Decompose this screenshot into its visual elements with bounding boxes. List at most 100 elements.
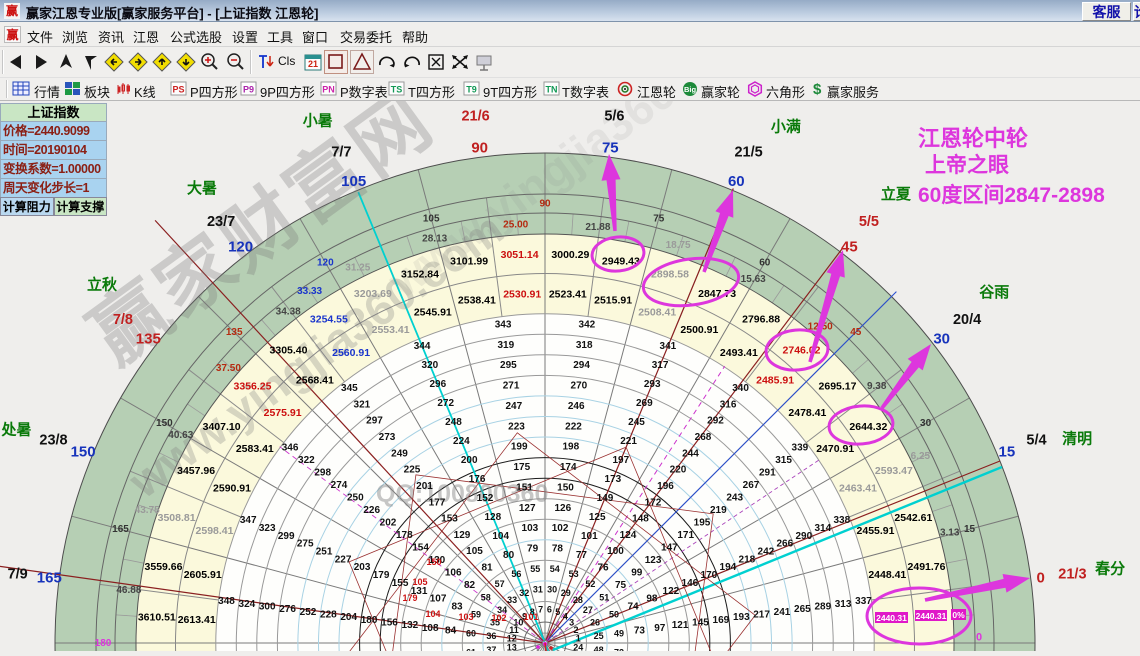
svg-text:2575.91: 2575.91 (264, 407, 302, 419)
svg-text:316: 316 (720, 399, 737, 410)
svg-text:谷雨: 谷雨 (979, 284, 1009, 301)
svg-text:15.63: 15.63 (741, 274, 766, 285)
svg-text:198: 198 (562, 442, 579, 453)
svg-text:2515.91: 2515.91 (594, 295, 632, 307)
svg-text:317: 317 (652, 360, 669, 371)
svg-text:241: 241 (774, 607, 791, 618)
svg-text:150: 150 (156, 418, 173, 429)
svg-text:194: 194 (720, 562, 737, 573)
svg-text:193: 193 (733, 612, 750, 623)
svg-text:124: 124 (620, 530, 637, 541)
svg-text:146: 146 (682, 578, 699, 589)
svg-text:3559.66: 3559.66 (145, 561, 183, 573)
svg-text:52: 52 (585, 579, 595, 589)
svg-text:34.38: 34.38 (276, 306, 301, 317)
svg-text:197: 197 (612, 455, 629, 466)
svg-text:246: 246 (568, 401, 585, 412)
svg-text:173: 173 (605, 474, 622, 485)
svg-text:28.13: 28.13 (422, 233, 447, 244)
svg-text:2553.41: 2553.41 (372, 324, 410, 336)
svg-text:40.63: 40.63 (168, 430, 193, 441)
svg-text:78: 78 (552, 544, 564, 555)
svg-text:77: 77 (576, 550, 588, 561)
svg-text:223: 223 (508, 421, 525, 432)
svg-text:126: 126 (554, 503, 571, 514)
svg-text:148: 148 (632, 514, 649, 525)
svg-text:294: 294 (573, 360, 590, 371)
svg-text:4: 4 (563, 611, 568, 621)
svg-text:250: 250 (347, 493, 364, 504)
svg-text:150: 150 (557, 483, 574, 494)
svg-text:32: 32 (519, 588, 529, 598)
svg-text:204: 204 (340, 612, 357, 623)
svg-text:105: 105 (341, 173, 366, 190)
svg-text:PN: PN (322, 85, 335, 95)
svg-text:195: 195 (694, 518, 711, 529)
svg-text:174: 174 (560, 462, 577, 473)
svg-text:2593.47: 2593.47 (875, 465, 913, 477)
svg-text:320: 320 (422, 360, 439, 371)
svg-text:60: 60 (759, 257, 771, 268)
svg-text:268: 268 (695, 432, 712, 443)
svg-text:296: 296 (429, 379, 446, 390)
svg-text:324: 324 (239, 599, 256, 610)
svg-text:291: 291 (759, 468, 776, 479)
svg-text:3: 3 (569, 618, 574, 628)
svg-text:23/7: 23/7 (207, 214, 235, 230)
svg-text:344: 344 (414, 341, 431, 352)
svg-text:0: 0 (1037, 570, 1045, 587)
svg-text:48: 48 (594, 645, 604, 651)
svg-text:2644.32: 2644.32 (849, 421, 887, 433)
svg-text:上帝之眼: 上帝之眼 (925, 153, 1009, 177)
svg-text:251: 251 (316, 547, 333, 558)
svg-text:104: 104 (492, 531, 509, 542)
svg-text:3101.99: 3101.99 (450, 256, 488, 268)
svg-text:179: 179 (373, 570, 390, 581)
svg-text:276: 276 (279, 604, 296, 615)
svg-text:98: 98 (646, 594, 658, 605)
svg-text:清明: 清明 (1062, 430, 1092, 448)
svg-text:135: 135 (226, 327, 243, 338)
svg-text:293: 293 (644, 379, 661, 390)
svg-text:217: 217 (753, 610, 770, 621)
svg-text:299: 299 (278, 531, 295, 542)
svg-text:3.13: 3.13 (940, 528, 960, 539)
svg-text:120: 120 (228, 238, 253, 255)
svg-text:180: 180 (361, 615, 378, 626)
svg-text:79: 79 (527, 544, 539, 555)
svg-text:319: 319 (497, 340, 514, 351)
svg-text:151: 151 (516, 483, 533, 494)
svg-text:15: 15 (999, 444, 1016, 461)
svg-text:33: 33 (507, 595, 517, 605)
svg-text:T9: T9 (466, 85, 477, 95)
svg-text:219: 219 (710, 505, 727, 516)
svg-text:120: 120 (317, 257, 334, 268)
svg-text:150: 150 (71, 444, 96, 461)
svg-text:348: 348 (218, 596, 235, 607)
svg-text:289: 289 (814, 601, 831, 612)
svg-text:21.88: 21.88 (585, 222, 610, 233)
svg-text:PS: PS (172, 85, 184, 95)
svg-text:149: 149 (597, 493, 614, 504)
svg-text:51: 51 (599, 593, 609, 603)
svg-text:243: 243 (726, 493, 743, 504)
svg-text:2530.91: 2530.91 (503, 289, 541, 301)
svg-text:274: 274 (331, 480, 348, 491)
svg-text:82: 82 (464, 580, 476, 591)
svg-text:165: 165 (37, 570, 62, 587)
svg-text:199: 199 (511, 442, 528, 453)
svg-text:249: 249 (391, 448, 408, 459)
svg-text:立秋: 立秋 (87, 275, 118, 293)
svg-text:102: 102 (491, 613, 506, 623)
svg-text:31: 31 (533, 584, 543, 594)
svg-text:103: 103 (458, 612, 473, 622)
svg-text:60: 60 (466, 628, 476, 638)
svg-text:152: 152 (477, 493, 494, 504)
svg-text:101: 101 (581, 531, 598, 542)
svg-text:2463.41: 2463.41 (839, 483, 877, 495)
svg-text:3152.84: 3152.84 (401, 269, 439, 281)
svg-text:45: 45 (850, 327, 862, 338)
svg-text:177: 177 (429, 497, 446, 508)
svg-text:0%: 0% (952, 610, 965, 620)
svg-text:220: 220 (670, 465, 687, 476)
